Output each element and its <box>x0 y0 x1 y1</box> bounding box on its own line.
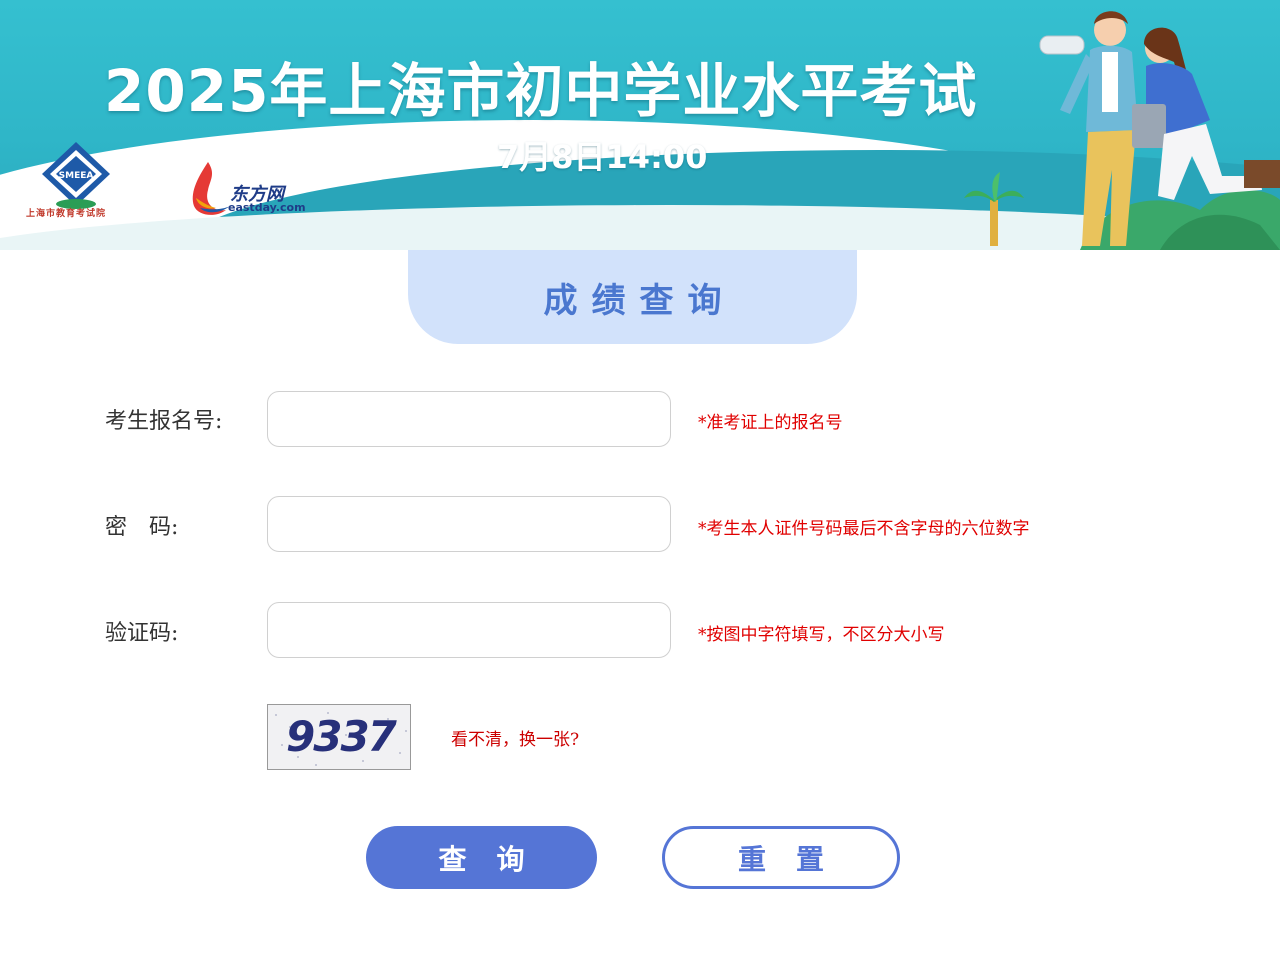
header-banner: 2025年上海市初中学业水平考试 7月8日14:00 SMEEA 上海市教育考试… <box>0 0 1280 250</box>
smeea-emblem-icon: SMEEA <box>42 142 110 209</box>
password-input[interactable] <box>267 496 671 552</box>
query-button[interactable]: 查询 <box>366 826 597 889</box>
captcha-image[interactable]: 9337 <box>267 704 411 770</box>
banner-title: 2025年上海市初中学业水平考试 <box>104 57 978 125</box>
section-title-tab: 成绩查询 <box>408 250 857 344</box>
registration-number-hint: *准考证上的报名号 <box>698 413 843 433</box>
reset-button[interactable]: 重置 <box>662 826 900 889</box>
query-button-label: 查询 <box>438 842 555 876</box>
banner-date: 7月8日14:00 <box>497 138 708 176</box>
smeea-caption: 上海市教育考试院 <box>26 209 107 219</box>
registration-number-label: 考生报名号: <box>105 409 223 434</box>
svg-text:SMEEA: SMEEA <box>59 171 94 181</box>
captcha-label: 验证码: <box>105 621 179 646</box>
registration-number-input[interactable] <box>267 391 671 447</box>
refresh-captcha-link[interactable]: 看不清，换一张? <box>451 725 579 750</box>
password-hint: *考生本人证件号码最后不含字母的六位数字 <box>698 519 1030 539</box>
students-illustration <box>964 11 1280 250</box>
captcha-hint: *按图中字符填写，不区分大小写 <box>698 625 945 645</box>
section-title: 成绩查询 <box>543 280 736 321</box>
eastday-logo: 东方网 eastday.com <box>186 160 308 218</box>
smeea-logo: SMEEA 上海市教育考试院 <box>24 140 128 222</box>
password-label: 密 码: <box>105 515 179 540</box>
reset-button-label: 重置 <box>737 842 854 876</box>
captcha-input[interactable] <box>267 602 671 658</box>
eastday-domain: eastday.com <box>228 201 306 214</box>
captcha-code: 9337 <box>286 712 397 761</box>
